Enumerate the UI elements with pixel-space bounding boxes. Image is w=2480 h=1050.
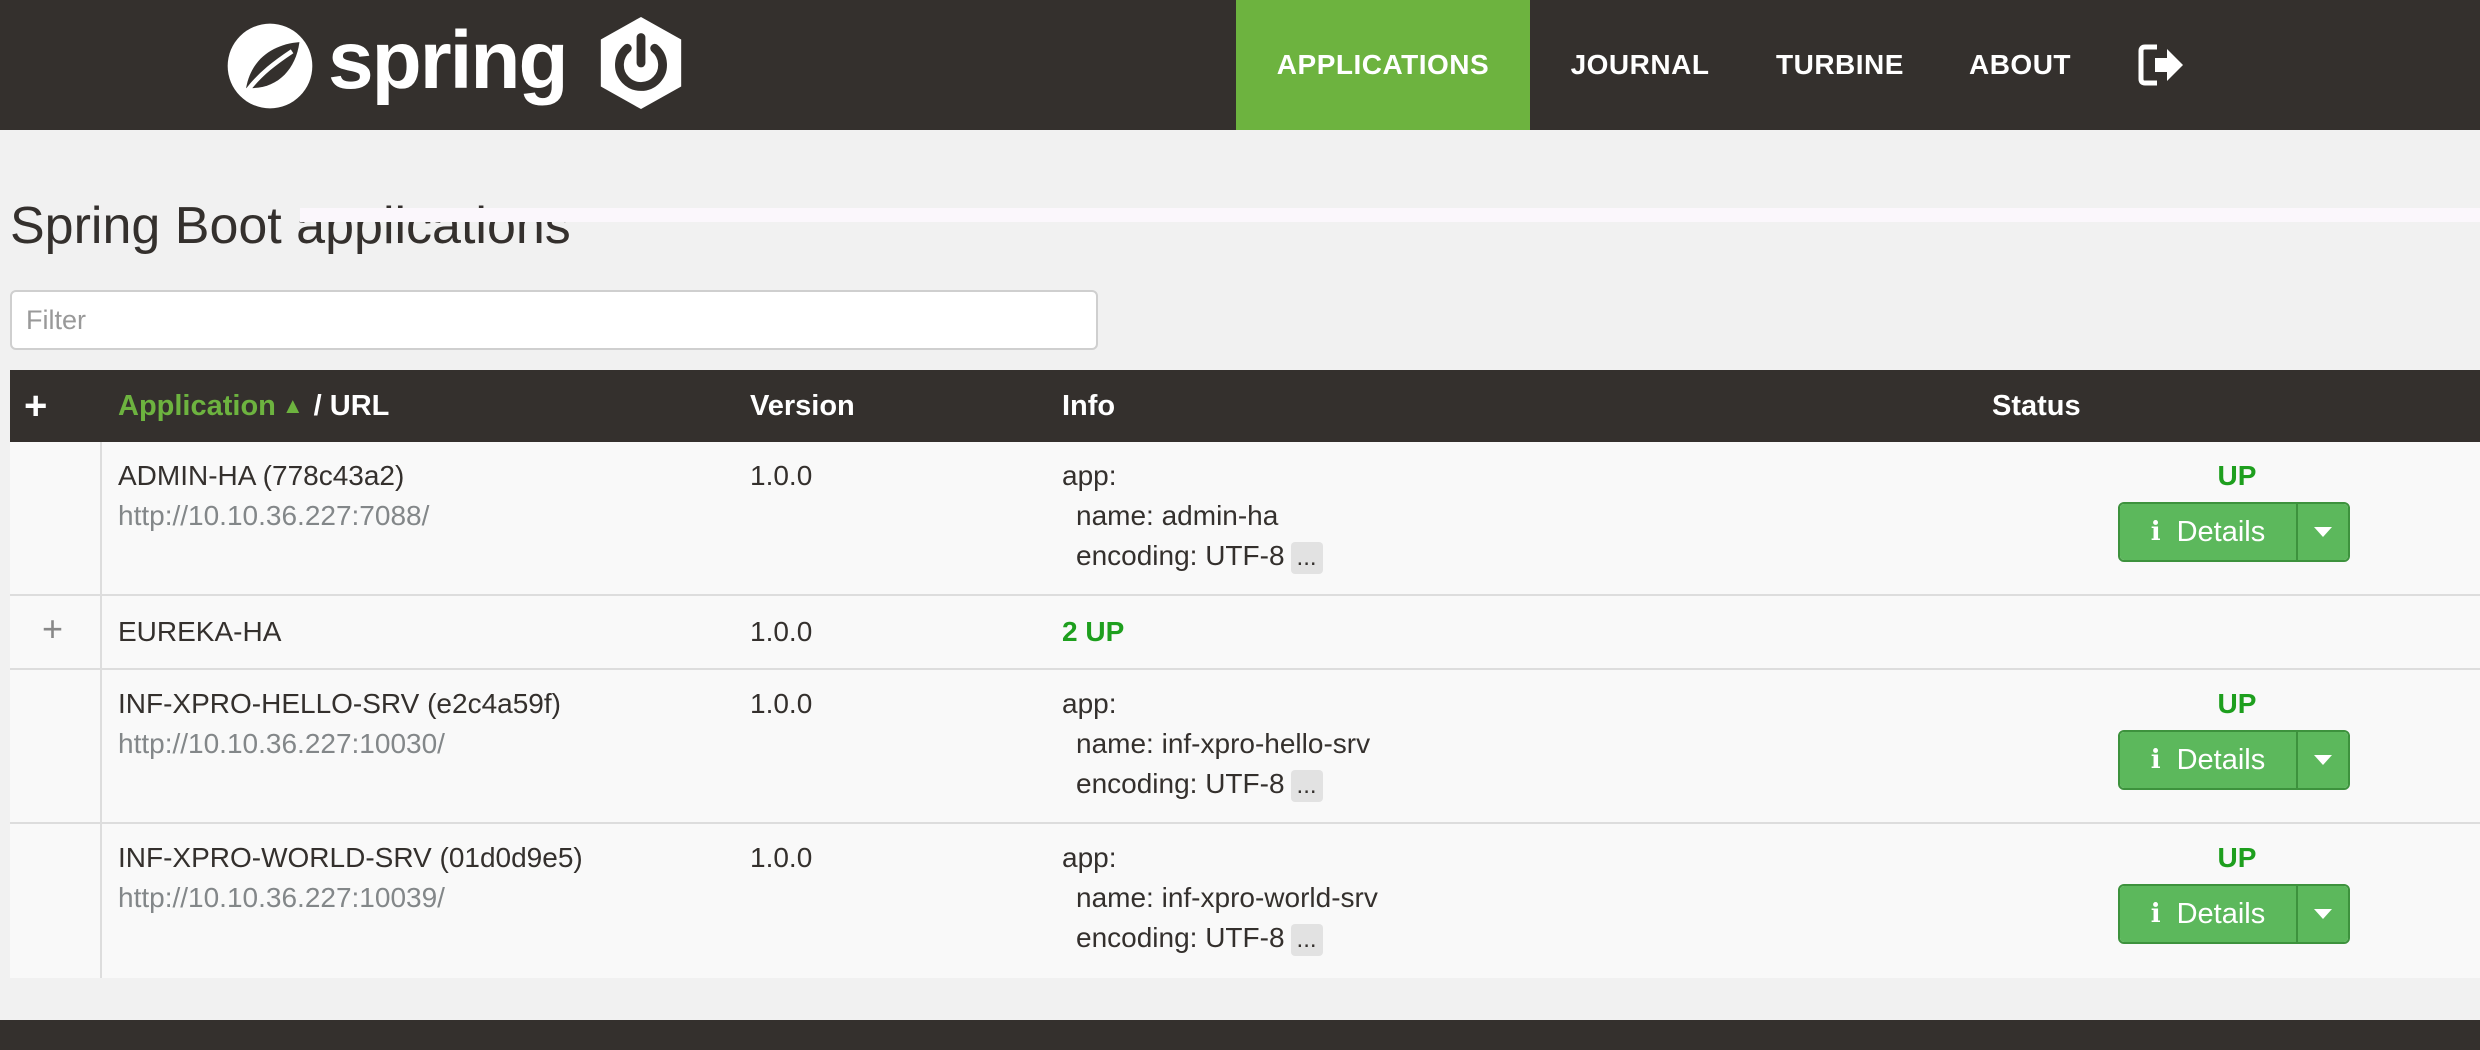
application-name: ADMIN-HA (778c43a2): [118, 460, 405, 491]
details-dropdown-button[interactable]: [2298, 504, 2348, 560]
application-info: app: name: inf-xpro-hello-srv encoding: …: [1062, 684, 1370, 804]
spring-logo[interactable]: spring: [224, 12, 569, 120]
table-header: + Application ▲ / URL Version Info Statu…: [10, 370, 2480, 442]
application-url[interactable]: http://10.10.36.227:10039/: [118, 878, 445, 918]
details-button-group: i Details: [2118, 502, 2350, 562]
table-row: INF-XPRO-WORLD-SRV (01d0d9e5) http://10.…: [10, 824, 2480, 978]
sort-asc-icon: ▲: [281, 393, 304, 418]
application-info: app: name: admin-ha encoding: UTF-8...: [1062, 456, 1323, 576]
sort-application[interactable]: Application: [118, 390, 276, 423]
nav-about[interactable]: ABOUT: [1930, 0, 2110, 130]
info-more-button[interactable]: ...: [1290, 924, 1323, 956]
application-url[interactable]: http://10.10.36.227:10030/: [118, 724, 445, 764]
sign-out-icon: [2138, 44, 2183, 86]
caret-down-icon: [2314, 909, 2332, 919]
column-header-status[interactable]: Status: [1992, 370, 2081, 442]
status-badge: UP: [2217, 688, 2257, 719]
nav-turbine[interactable]: TURBINE: [1750, 0, 1930, 130]
table-row-group: + EUREKA-HA 1.0.0 2 UP: [10, 596, 2480, 670]
group-status: 2 UP: [1062, 616, 1125, 647]
application-info: app: name: inf-xpro-world-srv encoding: …: [1062, 838, 1378, 958]
caret-down-icon: [2314, 755, 2332, 765]
logout-button[interactable]: [2110, 0, 2214, 130]
spring-leaf-icon: [227, 23, 313, 109]
info-icon: i: [2150, 745, 2161, 775]
top-navbar: spring APPLICATIONS JOURNAL TURBINE ABOU…: [0, 0, 2480, 130]
status-badge: UP: [2217, 460, 2257, 491]
details-button-group: i Details: [2118, 730, 2350, 790]
details-button[interactable]: i Details: [2120, 504, 2298, 560]
table-row: INF-XPRO-HELLO-SRV (e2c4a59f) http://10.…: [10, 670, 2480, 824]
power-icon: [600, 16, 682, 110]
details-dropdown-button[interactable]: [2298, 732, 2348, 788]
details-button-group: i Details: [2118, 884, 2350, 944]
column-header-application[interactable]: Application ▲ / URL: [118, 370, 389, 442]
info-icon: i: [2150, 517, 2161, 547]
application-name: INF-XPRO-WORLD-SRV (01d0d9e5): [118, 842, 583, 873]
expand-group-button[interactable]: +: [42, 608, 63, 650]
application-name: EUREKA-HA: [118, 616, 282, 647]
footer-bar: [0, 1020, 2480, 1050]
column-header-info: Info: [1062, 389, 1116, 422]
application-version: 1.0.0: [750, 460, 813, 491]
main-nav: APPLICATIONS JOURNAL TURBINE ABOUT: [1236, 0, 2214, 130]
info-more-button[interactable]: ...: [1290, 542, 1323, 574]
details-button[interactable]: i Details: [2120, 886, 2298, 942]
nav-applications[interactable]: APPLICATIONS: [1236, 0, 1530, 130]
spring-wordmark: spring: [328, 15, 569, 106]
expand-all-button[interactable]: +: [24, 370, 47, 442]
nav-journal[interactable]: JOURNAL: [1530, 0, 1750, 130]
page-title: Spring Boot applications: [10, 197, 571, 255]
caret-down-icon: [2314, 527, 2332, 537]
applications-table: + Application ▲ / URL Version Info Statu…: [10, 370, 2480, 978]
application-url[interactable]: http://10.10.36.227:7088/: [118, 496, 429, 536]
table-row: ADMIN-HA (778c43a2) http://10.10.36.227:…: [10, 442, 2480, 596]
render-artifact: [300, 208, 2480, 222]
application-version: 1.0.0: [750, 842, 813, 873]
filter-input[interactable]: [10, 290, 1098, 350]
application-version: 1.0.0: [750, 616, 813, 647]
column-header-version[interactable]: Version: [750, 370, 855, 442]
application-name: INF-XPRO-HELLO-SRV (e2c4a59f): [118, 688, 561, 719]
details-button[interactable]: i Details: [2120, 732, 2298, 788]
details-dropdown-button[interactable]: [2298, 886, 2348, 942]
status-badge: UP: [2217, 842, 2257, 873]
info-more-button[interactable]: ...: [1290, 770, 1323, 802]
column-header-url: / URL: [313, 389, 390, 422]
application-version: 1.0.0: [750, 688, 813, 719]
info-icon: i: [2150, 899, 2161, 929]
